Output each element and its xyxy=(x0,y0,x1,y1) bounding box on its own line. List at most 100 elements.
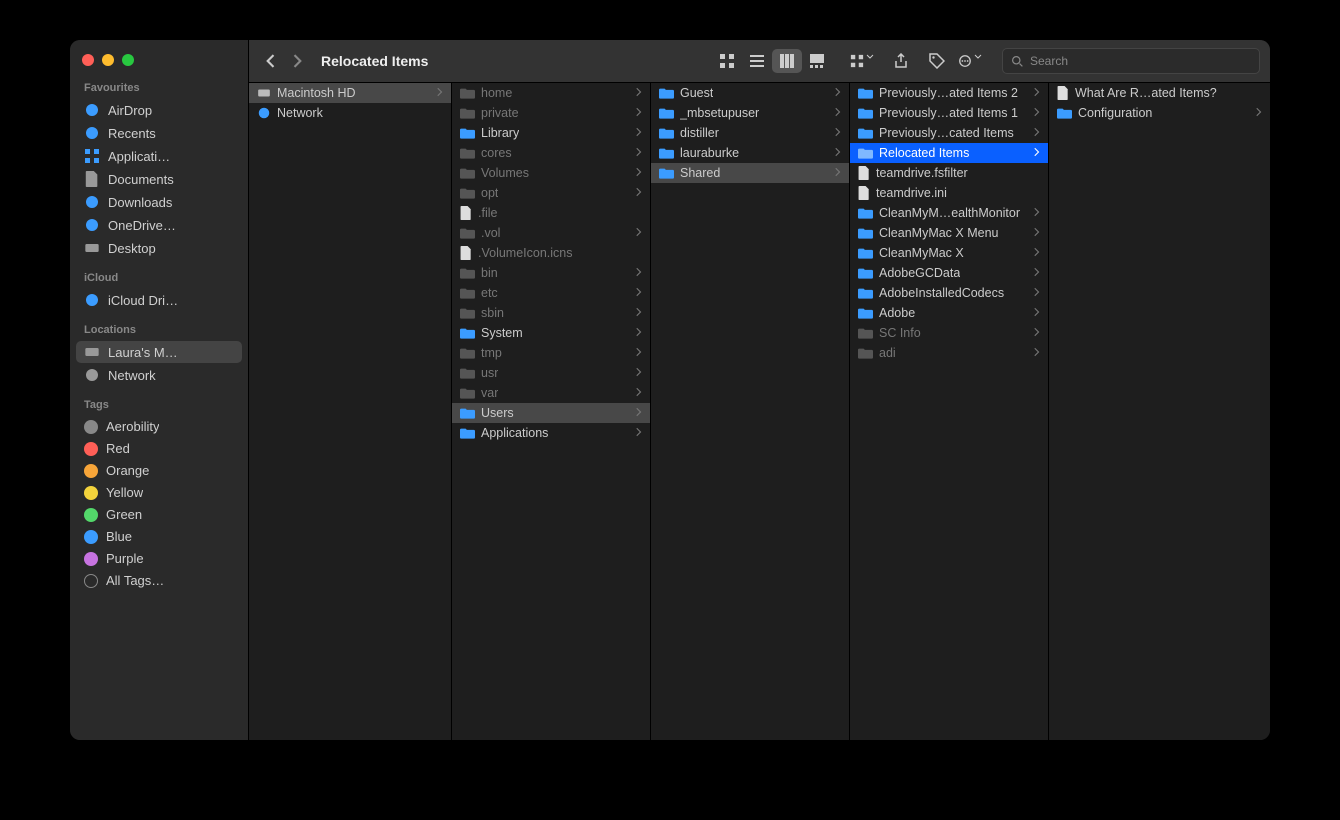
minimize-button[interactable] xyxy=(102,54,114,66)
tag-dot-icon xyxy=(84,464,98,478)
close-button[interactable] xyxy=(82,54,94,66)
list-item[interactable]: System xyxy=(452,323,650,343)
tag-button[interactable] xyxy=(922,49,952,73)
sidebar-item-orange[interactable]: Orange xyxy=(76,460,242,481)
back-button[interactable] xyxy=(259,50,281,72)
harddrive-icon xyxy=(257,86,271,100)
list-item[interactable]: SC Info xyxy=(850,323,1048,343)
sidebar-item-downloads[interactable]: Downloads xyxy=(76,191,242,213)
list-item[interactable]: CleanMyM…ealthMonitor xyxy=(850,203,1048,223)
sidebar-item-desktop[interactable]: Desktop xyxy=(76,237,242,259)
list-item[interactable]: Previously…ated Items 2 xyxy=(850,83,1048,103)
clock-icon xyxy=(84,125,100,141)
folder-icon xyxy=(460,367,475,379)
more-button[interactable] xyxy=(958,49,988,73)
search-field[interactable]: Search xyxy=(1002,48,1260,74)
folder-icon xyxy=(460,167,475,179)
list-item[interactable]: Applications xyxy=(452,423,650,443)
list-item[interactable]: opt xyxy=(452,183,650,203)
list-item[interactable]: home xyxy=(452,83,650,103)
sidebar-item-label: Applicati… xyxy=(108,149,170,164)
chevron-right-icon xyxy=(829,87,841,100)
list-item[interactable]: etc xyxy=(452,283,650,303)
icon-view-button[interactable] xyxy=(712,49,742,73)
list-item[interactable]: CleanMyMac X Menu xyxy=(850,223,1048,243)
list-item[interactable]: tmp xyxy=(452,343,650,363)
sidebar-item-all-tags-[interactable]: All Tags… xyxy=(76,570,242,591)
sidebar-item-applicati-[interactable]: Applicati… xyxy=(76,145,242,167)
sidebar-item-aerobility[interactable]: Aerobility xyxy=(76,416,242,437)
sidebar-item-icloud-dri-[interactable]: iCloud Dri… xyxy=(76,289,242,311)
chevron-right-icon xyxy=(1028,207,1040,220)
list-item[interactable]: Previously…cated Items xyxy=(850,123,1048,143)
list-item[interactable]: .VolumeIcon.icns xyxy=(452,243,650,263)
chevron-right-icon xyxy=(630,287,642,300)
list-item-label: System xyxy=(481,326,523,340)
list-item[interactable]: What Are R…ated Items? xyxy=(1049,83,1270,103)
chevron-right-icon xyxy=(630,347,642,360)
sidebar-item-recents[interactable]: Recents xyxy=(76,122,242,144)
list-item[interactable]: Guest xyxy=(651,83,849,103)
chevron-right-icon xyxy=(630,427,642,440)
group-by-button[interactable] xyxy=(850,49,880,73)
sidebar-item-label: Orange xyxy=(106,463,149,478)
list-item[interactable]: Previously…ated Items 1 xyxy=(850,103,1048,123)
chevron-right-icon xyxy=(630,407,642,420)
list-view-button[interactable] xyxy=(742,49,772,73)
sidebar-item-network[interactable]: Network xyxy=(76,364,242,386)
list-item[interactable]: teamdrive.ini xyxy=(850,183,1048,203)
list-item[interactable]: bin xyxy=(452,263,650,283)
list-item[interactable]: private xyxy=(452,103,650,123)
list-item[interactable]: var xyxy=(452,383,650,403)
forward-button[interactable] xyxy=(287,50,309,72)
chevron-right-icon xyxy=(431,87,443,100)
chevron-right-icon xyxy=(829,127,841,140)
list-item[interactable]: cores xyxy=(452,143,650,163)
list-item[interactable]: _mbsetupuser xyxy=(651,103,849,123)
sidebar-item-purple[interactable]: Purple xyxy=(76,548,242,569)
sidebar-item-airdrop[interactable]: AirDrop xyxy=(76,99,242,121)
sidebar-item-onedrive-[interactable]: OneDrive… xyxy=(76,214,242,236)
list-item[interactable]: sbin xyxy=(452,303,650,323)
tag-dot-icon xyxy=(84,486,98,500)
view-switcher xyxy=(712,49,832,73)
sidebar-item-yellow[interactable]: Yellow xyxy=(76,482,242,503)
sidebar-item-green[interactable]: Green xyxy=(76,504,242,525)
list-item[interactable]: AdobeGCData xyxy=(850,263,1048,283)
list-item[interactable]: teamdrive.fsfilter xyxy=(850,163,1048,183)
list-item[interactable]: distiller xyxy=(651,123,849,143)
list-item[interactable]: CleanMyMac X xyxy=(850,243,1048,263)
folder-icon xyxy=(460,87,475,99)
sidebar-item-laura-s-m-[interactable]: Laura's M… xyxy=(76,341,242,363)
column-view-button[interactable] xyxy=(772,49,802,73)
list-item[interactable]: Macintosh HD xyxy=(249,83,451,103)
download-icon xyxy=(84,194,100,210)
sidebar-item-label: Aerobility xyxy=(106,419,159,434)
list-item-label: tmp xyxy=(481,346,502,360)
list-item[interactable]: .vol xyxy=(452,223,650,243)
list-item[interactable]: AdobeInstalledCodecs xyxy=(850,283,1048,303)
sidebar-item-red[interactable]: Red xyxy=(76,438,242,459)
list-item[interactable]: usr xyxy=(452,363,650,383)
list-item[interactable]: lauraburke xyxy=(651,143,849,163)
sidebar-item-blue[interactable]: Blue xyxy=(76,526,242,547)
list-item[interactable]: Shared xyxy=(651,163,849,183)
folder-icon xyxy=(858,107,873,119)
sidebar-item-documents[interactable]: Documents xyxy=(76,168,242,190)
list-item[interactable]: Volumes xyxy=(452,163,650,183)
list-item[interactable]: Library xyxy=(452,123,650,143)
list-item[interactable]: Network xyxy=(249,103,451,123)
list-item[interactable]: .file xyxy=(452,203,650,223)
list-item[interactable]: Relocated Items xyxy=(850,143,1048,163)
chevron-right-icon xyxy=(630,367,642,380)
sidebar-item-label: AirDrop xyxy=(108,103,152,118)
list-item[interactable]: Configuration xyxy=(1049,103,1270,123)
share-button[interactable] xyxy=(886,49,916,73)
list-item[interactable]: Users xyxy=(452,403,650,423)
gallery-view-button[interactable] xyxy=(802,49,832,73)
tag-dot-icon xyxy=(84,574,98,588)
list-item[interactable]: adi xyxy=(850,343,1048,363)
folder-icon xyxy=(460,407,475,419)
list-item[interactable]: Adobe xyxy=(850,303,1048,323)
zoom-button[interactable] xyxy=(122,54,134,66)
